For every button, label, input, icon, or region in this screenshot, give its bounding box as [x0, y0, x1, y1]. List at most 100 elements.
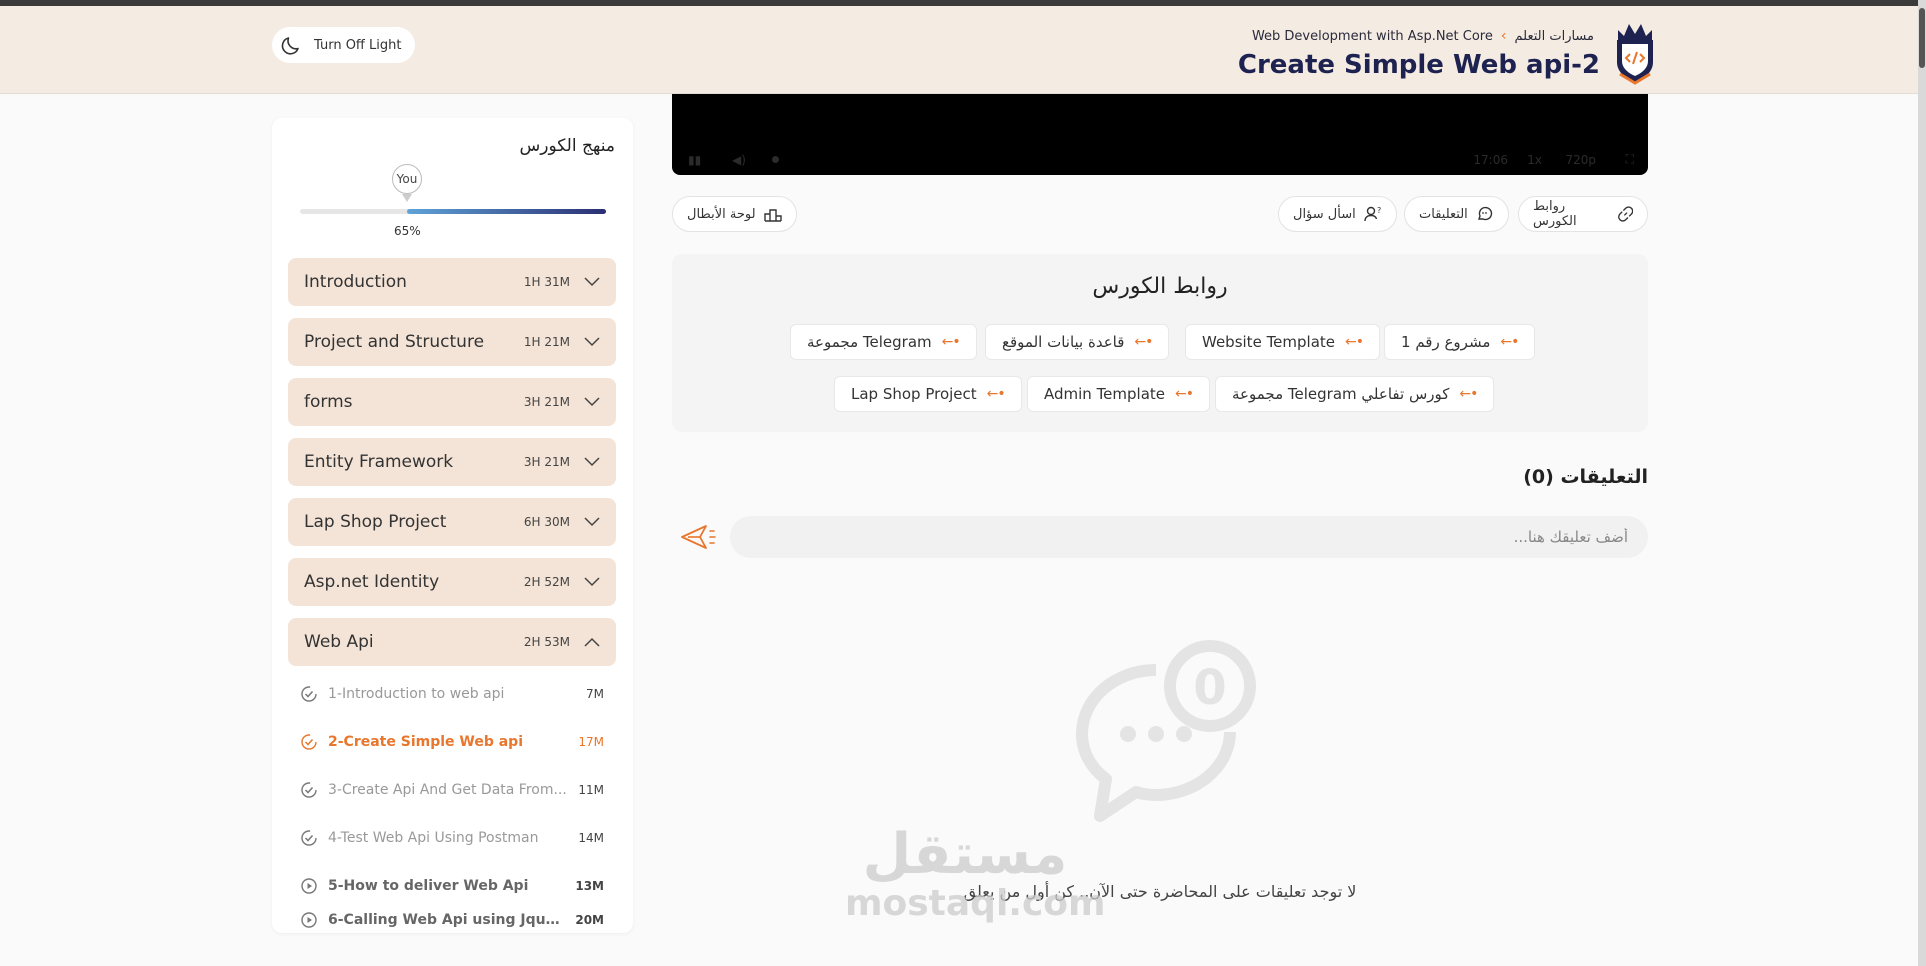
comments-title: التعليقات (0) [1523, 466, 1648, 488]
progress-fill [407, 209, 606, 214]
breadcrumb-root[interactable]: مسارات التعلم [1514, 29, 1594, 44]
lesson-duration: 17M [578, 735, 604, 749]
lesson-item[interactable]: 3-Create Api And Get Data From... 11M [288, 766, 616, 814]
arrow-left-icon: ←• [1175, 386, 1194, 402]
lesson-item[interactable]: 6-Calling Web Api using Jquery 20M [288, 910, 616, 930]
pause-icon[interactable]: ▮▮ [688, 153, 701, 167]
section-asp-net-identity[interactable]: Asp.net Identity 2H 52M [288, 558, 616, 606]
send-icon[interactable] [680, 522, 716, 552]
section-entity-framework[interactable]: Entity Framework 3H 21M [288, 438, 616, 486]
watermark: مستقل mostaql.com [845, 822, 1106, 923]
section-list: Introduction 1H 31M Project and Structure 1… [288, 258, 616, 678]
you-marker: You [392, 164, 422, 194]
seek-handle[interactable] [772, 156, 779, 163]
section-name: Lap Shop Project [304, 512, 447, 532]
lesson-duration: 13M [575, 879, 604, 893]
breadcrumb-course[interactable]: Web Development with Asp.Net Core [1252, 29, 1493, 44]
link-label: Lap Shop Project [851, 385, 977, 403]
link-label: قاعدة بيانات الموقع [1002, 333, 1125, 351]
section-introduction[interactable]: Introduction 1H 31M [288, 258, 616, 306]
link-label: Admin Template [1044, 385, 1166, 403]
link-project-1[interactable]: مشروع رقم 1 ←• [1384, 324, 1536, 360]
link-telegram-group[interactable]: مجموعة Telegram ←• [790, 324, 977, 360]
scrollbar-thumb[interactable] [1919, 8, 1925, 68]
lesson-title: 1-Introduction to web api [328, 686, 505, 702]
lesson-title: 2-Create Simple Web api [328, 734, 523, 750]
course-progress: You 65% [300, 164, 606, 244]
arrow-left-icon: ←• [1345, 334, 1364, 350]
course-links-panel: روابط الكورس مشروع رقم 1 ←• Website Templ… [672, 254, 1648, 432]
curriculum-sidebar: منهج الكورس You 65% Introduction 1H 31M Pr… [272, 118, 633, 933]
link-label: Website Template [1202, 333, 1336, 351]
moon-icon [276, 30, 306, 60]
tab-comments-label: التعليقات [1419, 206, 1468, 222]
link-admin-template[interactable]: Admin Template ←• [1027, 376, 1211, 412]
section-name: Introduction [304, 272, 407, 292]
user-question-icon: ? [1364, 206, 1381, 222]
play-circle-icon [301, 878, 317, 894]
lesson-duration: 14M [578, 831, 604, 845]
lesson-title: 5-How to deliver Web Api [328, 878, 529, 894]
section-project-and-structure[interactable]: Project and Structure 1H 21M [288, 318, 616, 366]
chevron-down-icon [584, 337, 600, 347]
tab-course-links[interactable]: روابط الكورس [1518, 196, 1648, 232]
check-circle-icon [301, 686, 317, 702]
lesson-item[interactable]: 1-Introduction to web api 7M [288, 670, 616, 718]
volume-icon[interactable]: ◀) [732, 153, 746, 167]
check-circle-icon [301, 830, 317, 846]
lesson-title: 4-Test Web Api Using Postman [328, 830, 539, 846]
lesson-list: 1-Introduction to web api 7M 2-Create Simp… [288, 670, 616, 930]
podium-icon [763, 209, 782, 222]
lesson-title: 3-Create Api And Get Data From... [328, 782, 567, 798]
tab-leaderboard[interactable]: لوحة الأبطال [672, 196, 797, 232]
arrow-left-icon: ←• [1459, 386, 1478, 402]
empty-comments-text: لا توجد تعليقات على المحاضرة حتى الآن.. … [963, 882, 1357, 901]
watermark-arabic: مستقل [862, 822, 1068, 887]
svg-text:?: ? [1377, 206, 1381, 215]
section-forms[interactable]: forms 3H 21M [288, 378, 616, 426]
section-web-api[interactable]: Web Api 2H 53M [288, 618, 616, 666]
you-marker-tail [402, 194, 412, 202]
tab-comments[interactable]: التعليقات [1404, 196, 1509, 232]
tab-leaderboard-label: لوحة الأبطال [687, 206, 756, 222]
lesson-item[interactable]: 2-Create Simple Web api 17M [288, 718, 616, 766]
arrow-left-icon: ←• [986, 386, 1006, 402]
link-site-database[interactable]: قاعدة بيانات الموقع ←• [985, 324, 1170, 360]
code-shield-logo-icon[interactable] [1612, 20, 1658, 86]
light-toggle-label: Turn Off Light [314, 37, 402, 53]
page-title: Create Simple Web api-2 [1237, 50, 1600, 80]
lesson-item[interactable]: 4-Test Web Api Using Postman 14M [288, 814, 616, 862]
quality-button[interactable]: 720p [1565, 153, 1596, 167]
section-duration: 3H 21M [523, 455, 570, 469]
progress-percent: 65% [394, 224, 421, 238]
lesson-duration: 7M [586, 687, 604, 701]
fullscreen-icon[interactable]: ⛶ [1626, 152, 1634, 167]
link-website-template[interactable]: Website Template ←• [1185, 324, 1381, 360]
section-lap-shop-project[interactable]: Lap Shop Project 6H 30M [288, 498, 616, 546]
link-label: مشروع رقم 1 [1401, 333, 1491, 351]
arrow-left-icon: ←• [1500, 334, 1519, 350]
video-player[interactable]: ▮▮ ◀) 17:06 1x 720p ⛶ [672, 94, 1648, 175]
tab-ask-question[interactable]: اسأل سؤال ? [1278, 196, 1397, 232]
tab-ask-label: اسأل سؤال [1293, 206, 1356, 222]
empty-badge-count: 0 [1193, 660, 1226, 716]
arrow-left-icon: ←• [1134, 334, 1153, 350]
section-name: Project and Structure [304, 332, 485, 352]
speed-button[interactable]: 1x [1527, 153, 1542, 167]
section-duration: 1H 21M [523, 335, 570, 349]
check-circle-icon [301, 782, 317, 798]
comment-input[interactable] [730, 516, 1648, 558]
links-title: روابط الكورس [1092, 274, 1228, 299]
link-lap-shop-project[interactable]: Lap Shop Project ←• [834, 376, 1022, 412]
link-label: مجموعة Telegram كورس تفاعلي [1232, 385, 1450, 403]
chevron-down-icon [584, 517, 600, 527]
arrow-left-icon: ←• [941, 334, 961, 350]
link-icon [1617, 206, 1633, 222]
chevron-down-icon [584, 457, 600, 467]
section-duration: 2H 52M [523, 575, 570, 589]
page-scrollbar[interactable] [1918, 0, 1926, 966]
light-toggle-button[interactable]: Turn Off Light [272, 27, 416, 63]
link-telegram-interactive[interactable]: مجموعة Telegram كورس تفاعلي ←• [1215, 376, 1495, 412]
section-name: forms [304, 392, 353, 412]
lesson-item[interactable]: 5-How to deliver Web Api 13M [288, 862, 616, 910]
